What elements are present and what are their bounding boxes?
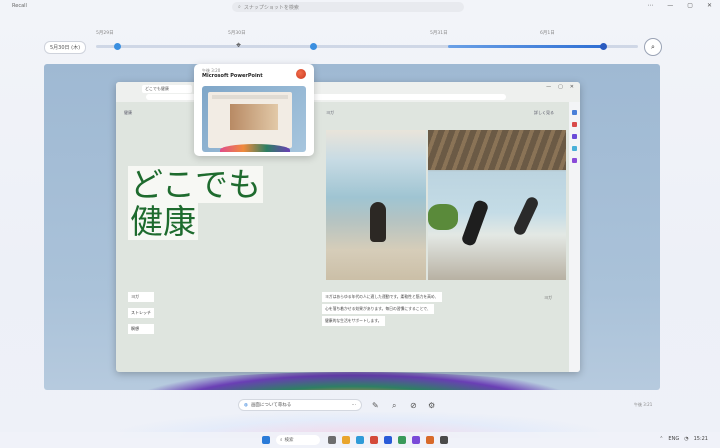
browser-tab[interactable]: どこでも健康 [142, 85, 192, 93]
title-bar: Recall ⌕ スナップショットを検索 ⋯ — ▢ ✕ [0, 0, 720, 14]
browser-window-controls: — ▢ ✕ [546, 84, 574, 90]
edit-tool-button[interactable]: ✎ [372, 401, 379, 410]
file-explorer-icon[interactable] [342, 436, 350, 444]
store-icon[interactable] [384, 436, 392, 444]
timeline-tick: 5月30日 [228, 31, 246, 36]
sidebar-icon[interactable] [572, 122, 577, 127]
language-indicator[interactable]: ENG [668, 436, 679, 442]
minimize-icon[interactable]: — [546, 84, 551, 90]
timeline-tick: 5月31日 [430, 31, 448, 36]
sidebar-icon[interactable] [572, 146, 577, 151]
roof-detail [428, 130, 566, 170]
timeline-marker[interactable] [114, 43, 121, 50]
browser-icon[interactable] [356, 436, 364, 444]
preview-thumbnail [202, 86, 306, 152]
ask-about-screen-button[interactable]: ◍ 画面について尋ねる ⋯ [238, 399, 362, 411]
menu-item[interactable]: 瞑想 [128, 324, 154, 334]
ask-label: 画面について尋ねる [250, 403, 292, 408]
app-icon[interactable] [426, 436, 434, 444]
delete-tool-button[interactable]: ⊘ [410, 401, 417, 410]
maximize-button[interactable]: ▢ [687, 2, 693, 9]
site-nav-link[interactable]: ヨガ [326, 110, 334, 116]
recall-app-icon[interactable] [440, 436, 448, 444]
close-button[interactable]: ✕ [707, 2, 712, 9]
snapshot-timestamp: 午後 3:21 [634, 402, 653, 407]
system-tray[interactable]: ⌃ ENG ◔ 15:21 [659, 436, 708, 442]
browser-sidebar [569, 102, 580, 372]
chevron-up-icon[interactable]: ⌃ [659, 436, 663, 442]
yoga-pose-photo [428, 130, 566, 280]
timeline-marker[interactable] [600, 43, 607, 50]
task-view-icon[interactable] [328, 436, 336, 444]
search-placeholder: スナップショットを検索 [243, 4, 299, 11]
maximize-icon[interactable]: ▢ [558, 84, 563, 90]
app-icon[interactable] [398, 436, 406, 444]
site-nav-link[interactable]: 詳しく見る [534, 110, 554, 116]
wifi-icon[interactable]: ◔ [684, 436, 688, 442]
clock[interactable]: 15:21 [694, 436, 708, 442]
start-icon[interactable] [262, 436, 270, 444]
office-icon[interactable] [370, 436, 378, 444]
search-icon: ⌕ [280, 438, 283, 443]
date-label[interactable]: 5月30日 (木) [44, 41, 87, 54]
wallpaper-bloom [144, 372, 564, 390]
page-body-text: ヨガはあらゆる年代の人に適した運動です。柔軟性と筋力を高め、 心を落ち着かせる効… [322, 292, 522, 326]
timeline-search-button[interactable]: ⌕ [644, 38, 662, 56]
browser-toolbar: どこでも健康 — ▢ ✕ [116, 82, 580, 102]
app-icon [296, 69, 306, 79]
thumbnail-window [208, 92, 292, 148]
settings-tool-button[interactable]: ⚙ [428, 401, 435, 410]
thumbnail-bloom [220, 144, 290, 152]
taskbar-search-label: 検索 [284, 438, 294, 443]
timeline-track-highlight [448, 45, 604, 48]
headline-line: どこでも [128, 165, 264, 204]
browser-window[interactable]: どこでも健康 — ▢ ✕ 健康 ヨガ 詳しく見る どこでも 健康 ヨガ ストレッ… [116, 82, 580, 372]
person-figure [370, 202, 386, 242]
plant-detail [428, 204, 458, 230]
body-line: 心を落ち着かせる効果があります。毎日の習慣にすることで、 [322, 304, 434, 314]
menu-item[interactable]: ヨガ [128, 292, 154, 302]
page-menu: ヨガ ストレッチ 瞑想 [128, 292, 154, 334]
app-title: Recall [12, 3, 27, 9]
timeline-tick: 5月29日 [96, 31, 114, 36]
search-icon: ⌕ [238, 4, 241, 10]
taskbar-search[interactable]: ⌕ 検索 [276, 435, 320, 445]
pointer-cursor-icon: ⌖ [236, 41, 242, 51]
more-options-icon[interactable]: ⋯ [352, 403, 357, 408]
person-figure [512, 195, 540, 237]
body-line: ヨガはあらゆる年代の人に適した運動です。柔軟性と筋力を高め、 [322, 292, 442, 302]
copilot-icon: ◍ [244, 402, 248, 408]
thumbnail-image [230, 104, 278, 130]
close-icon[interactable]: ✕ [570, 84, 574, 90]
snapshot-preview-card[interactable]: 午後 3:20 Microsoft PowerPoint [194, 64, 314, 156]
search-tool-button[interactable]: ⌕ [392, 401, 396, 411]
timeline-marker[interactable] [310, 43, 317, 50]
search-icon: ⌕ [651, 42, 655, 51]
search-input[interactable]: ⌕ スナップショットを検索 [232, 2, 464, 12]
window-controls: ⋯ — ▢ ✕ [647, 2, 712, 9]
sidebar-icon[interactable] [572, 134, 577, 139]
page-headline: どこでも 健康 [128, 165, 264, 241]
sidebar-icon[interactable] [572, 158, 577, 163]
more-button[interactable]: ⋯ [647, 2, 653, 9]
menu-item[interactable]: ストレッチ [128, 308, 154, 318]
side-note: ヨガ [544, 295, 552, 300]
headline-line: 健康 [128, 202, 198, 241]
sidebar-icon[interactable] [572, 110, 577, 115]
minimize-button[interactable]: — [667, 2, 673, 9]
yoga-meditation-photo [326, 130, 426, 280]
app-icon[interactable] [412, 436, 420, 444]
person-figure [460, 198, 490, 248]
preview-title: Microsoft PowerPoint [202, 73, 263, 79]
thumbnail-bar [212, 95, 288, 99]
timeline-tick: 6月1日 [540, 31, 555, 36]
site-brand[interactable]: 健康 [124, 110, 132, 116]
body-line: 健康的な生活をサポートします。 [322, 316, 385, 326]
